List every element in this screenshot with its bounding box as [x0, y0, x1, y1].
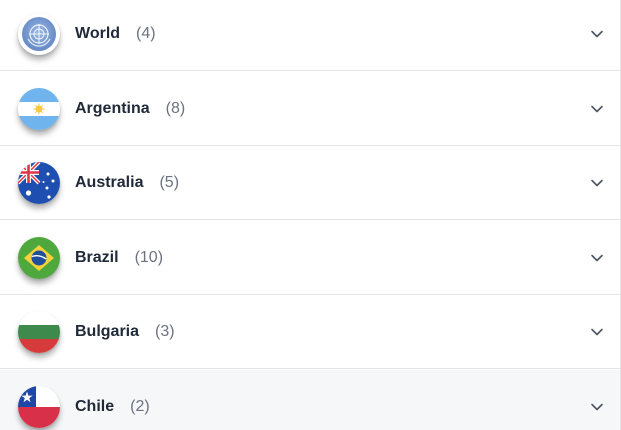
country-name: World (4) — [75, 24, 156, 42]
un-globe-icon — [18, 12, 60, 55]
item-count: (8) — [165, 99, 186, 117]
item-count: (4) — [136, 24, 156, 42]
country-list: World (4) Argentina (8) Australia (5) Br… — [0, 0, 621, 430]
list-item-australia[interactable]: Australia (5) — [0, 146, 620, 220]
chevron-down-icon[interactable] — [590, 27, 604, 41]
item-count: (2) — [130, 397, 150, 415]
country-name: Chile (2) — [75, 397, 150, 415]
item-count: (10) — [134, 248, 164, 266]
list-item-bulgaria[interactable]: Bulgaria (3) — [0, 295, 620, 369]
chevron-down-icon[interactable] — [590, 102, 604, 116]
country-name: Argentina (8) — [75, 99, 186, 117]
brazil-flag-icon — [18, 236, 60, 279]
bulgaria-flag-icon — [18, 310, 60, 353]
country-name: Australia (5) — [75, 173, 180, 191]
country-name: Bulgaria (3) — [75, 322, 175, 340]
list-item-world[interactable]: World (4) — [0, 0, 620, 71]
chevron-down-icon[interactable] — [590, 400, 604, 414]
country-name: Brazil (10) — [75, 248, 164, 266]
item-count: (5) — [159, 173, 180, 191]
argentina-flag-icon — [18, 87, 60, 130]
chile-flag-icon — [18, 385, 60, 428]
chevron-down-icon[interactable] — [590, 325, 604, 339]
chevron-down-icon[interactable] — [590, 176, 604, 190]
item-count: (3) — [155, 322, 175, 340]
list-item-chile[interactable]: Chile (2) — [0, 370, 620, 430]
list-item-brazil[interactable]: Brazil (10) — [0, 221, 620, 295]
australia-flag-icon — [18, 161, 60, 204]
list-item-argentina[interactable]: Argentina (8) — [0, 72, 620, 146]
chevron-down-icon[interactable] — [590, 251, 604, 265]
